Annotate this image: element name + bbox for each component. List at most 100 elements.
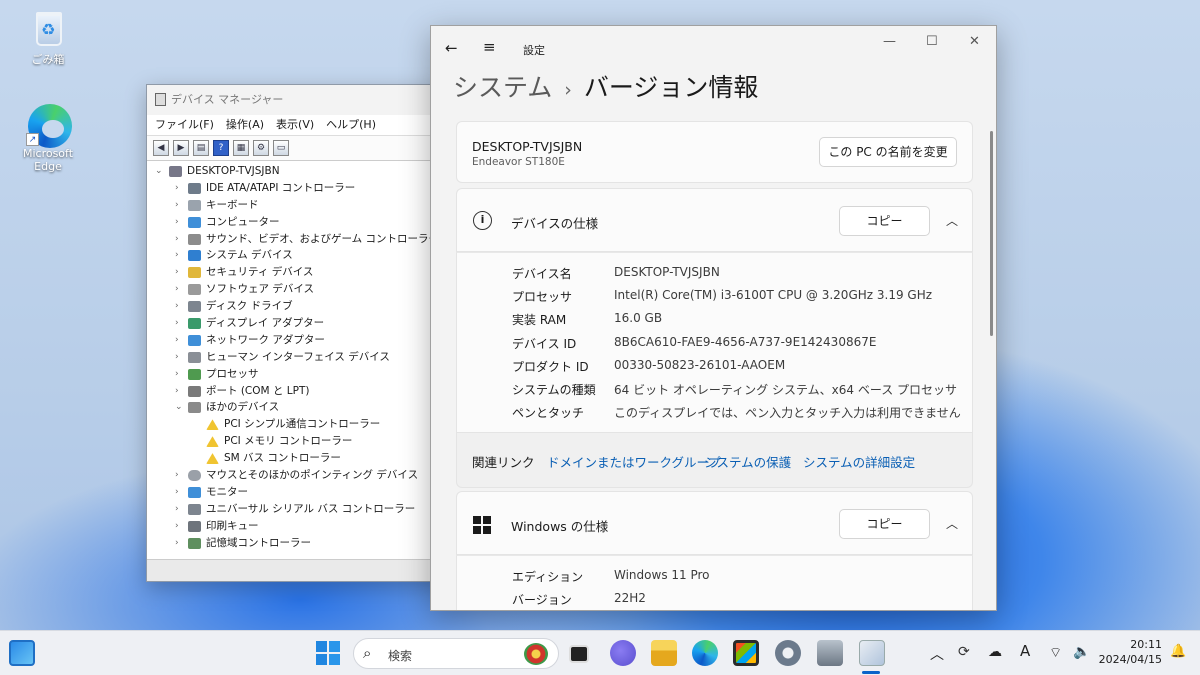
menu-help[interactable]: ヘルプ(H) — [326, 118, 376, 131]
windows-spec-title: Windows の仕様 — [511, 519, 609, 534]
notification-icon[interactable]: 🔔 — [1170, 644, 1186, 659]
tree-leaf[interactable]: SM バス コントローラー — [147, 450, 445, 467]
expand-chevron-icon[interactable]: › — [175, 298, 179, 315]
back-arrow-icon[interactable]: ← — [445, 39, 458, 57]
tree-node[interactable]: › サウンド、ビデオ、およびゲーム コントローラー — [147, 231, 445, 248]
tree-node[interactable]: › IDE ATA/ATAPI コントローラー — [147, 180, 445, 197]
forward-arrow-icon[interactable]: ▶ — [173, 140, 189, 156]
tree-node[interactable]: › ディスプレイ アダプター — [147, 315, 445, 332]
cloud-icon[interactable]: ☁ — [988, 644, 1002, 660]
edge-shortcut[interactable]: ↗ Microsoft Edge — [8, 104, 88, 173]
close-icon[interactable]: ✕ — [969, 34, 980, 49]
tree-node[interactable]: › 記憶域コントローラー — [147, 535, 445, 552]
tree-root[interactable]: ⌄ DESKTOP-TVJSJBN — [147, 163, 445, 180]
chevron-up-icon[interactable]: ︿ — [946, 212, 958, 229]
rename-pc-button[interactable]: この PC の名前を変更 — [819, 137, 957, 167]
edge-taskbar-icon[interactable] — [692, 640, 718, 666]
expand-chevron-icon[interactable]: › — [175, 180, 179, 197]
tree-node[interactable]: › キーボード — [147, 197, 445, 214]
clock-date: 2024/04/15 — [1098, 653, 1162, 666]
copy-device-spec-button[interactable]: コピー — [839, 206, 930, 236]
device-manager-taskbar-icon[interactable] — [817, 640, 843, 666]
expand-chevron-icon[interactable]: › — [175, 518, 179, 535]
tree-leaf[interactable]: PCI メモリ コントローラー — [147, 433, 445, 450]
settings-gear-icon[interactable] — [775, 640, 801, 666]
expand-chevron-icon[interactable]: › — [175, 467, 179, 484]
hamburger-menu-icon[interactable]: ≡ — [483, 38, 496, 56]
tree-node[interactable]: › 印刷キュー — [147, 518, 445, 535]
expand-chevron-icon[interactable]: › — [175, 315, 179, 332]
menu-view[interactable]: 表示(V) — [276, 118, 314, 131]
tree-node[interactable]: › ヒューマン インターフェイス デバイス — [147, 349, 445, 366]
device-spec-header[interactable]: i デバイスの仕様 コピー ︿ — [456, 188, 973, 252]
back-arrow-icon[interactable]: ◀ — [153, 140, 169, 156]
breadcrumb-parent[interactable]: システム — [453, 73, 552, 102]
tree-node[interactable]: › セキュリティ デバイス — [147, 264, 445, 281]
system-device-icon — [188, 250, 201, 262]
link-system-protection[interactable]: システムの保護 — [704, 452, 791, 471]
wifi-icon[interactable]: ⌔ — [1049, 644, 1062, 662]
tree-node[interactable]: › ネットワーク アダプター — [147, 332, 445, 349]
tree-node[interactable]: › ディスク ドライブ — [147, 298, 445, 315]
tree-node[interactable]: › ソフトウェア デバイス — [147, 281, 445, 298]
device-manager-titlebar[interactable]: デバイス マネージャー — [147, 85, 445, 115]
view-icon[interactable]: ▦ — [233, 140, 249, 156]
minimize-icon[interactable]: — — [883, 34, 896, 49]
sync-alert-icon[interactable]: ⟳ — [958, 644, 970, 660]
scrollbar[interactable] — [990, 131, 993, 336]
monitor-icon[interactable]: ▭ — [273, 140, 289, 156]
tree-node[interactable]: › システム デバイス — [147, 247, 445, 264]
tree-node[interactable]: › コンピューター — [147, 214, 445, 231]
expand-chevron-icon[interactable]: › — [175, 349, 179, 366]
recycle-bin-shortcut[interactable]: ごみ箱 — [8, 8, 88, 67]
tree-node[interactable]: › ユニバーサル シリアル バス コントローラー — [147, 501, 445, 518]
tree-node[interactable]: › モニター — [147, 484, 445, 501]
expand-chevron-icon[interactable]: › — [175, 383, 179, 400]
expand-chevron-icon[interactable]: › — [175, 231, 179, 248]
tree-node[interactable]: › マウスとそのほかのポインティング デバイス — [147, 467, 445, 484]
tree-node[interactable]: › プロセッサ — [147, 366, 445, 383]
link-domain-workgroup[interactable]: ドメインまたはワークグループ — [547, 452, 721, 471]
help-icon[interactable]: ? — [213, 140, 229, 156]
widgets-icon[interactable] — [9, 640, 35, 666]
tree-node[interactable]: ⌄ ほかのデバイス — [147, 399, 445, 416]
page-title: バージョン情報 — [583, 73, 759, 102]
windows-spec-header[interactable]: Windows の仕様 コピー ︿ — [456, 491, 973, 555]
taskbar-search-box[interactable]: ⌕ 検索 — [353, 638, 559, 669]
start-windows-icon[interactable] — [316, 641, 340, 665]
expand-chevron-icon[interactable]: › — [175, 332, 179, 349]
maximize-icon[interactable]: ☐ — [926, 34, 938, 49]
expand-chevron-icon[interactable]: › — [175, 197, 179, 214]
device-manager-menubar: ファイル(F) 操作(A) 表示(V) ヘルプ(H) — [147, 115, 445, 135]
store-icon[interactable] — [733, 640, 759, 666]
task-view-icon[interactable] — [569, 645, 589, 663]
expand-chevron-icon[interactable]: › — [175, 484, 179, 501]
collapse-chevron-icon[interactable]: ⌄ — [155, 163, 163, 180]
tree-node[interactable]: › ポート (COM と LPT) — [147, 383, 445, 400]
device-manager-toolbar: ◀ ▶ ▤ ? ▦ ⚙ ▭ — [147, 135, 445, 161]
chevron-up-icon[interactable]: ︿ — [930, 644, 944, 664]
expand-chevron-icon[interactable]: › — [175, 214, 179, 231]
expand-chevron-icon[interactable]: › — [175, 247, 179, 264]
properties-icon[interactable]: ▤ — [193, 140, 209, 156]
copy-windows-spec-button[interactable]: コピー — [839, 509, 930, 539]
collapse-chevron-icon[interactable]: ⌄ — [175, 399, 183, 416]
link-advanced-system-settings[interactable]: システムの詳細設定 — [803, 452, 915, 471]
chat-icon[interactable] — [610, 640, 636, 666]
settings-titlebar[interactable]: ← ≡ 設定 — ☐ ✕ — [431, 26, 996, 70]
menu-file[interactable]: ファイル(F) — [155, 118, 214, 131]
volume-muted-icon[interactable]: 🔈 — [1073, 644, 1090, 660]
expand-chevron-icon[interactable]: › — [175, 366, 179, 383]
snipping-tool-icon[interactable] — [859, 640, 885, 666]
ime-mode-indicator[interactable]: A — [1020, 642, 1030, 660]
chevron-up-icon[interactable]: ︿ — [946, 515, 958, 532]
clock[interactable]: 20:11 2024/04/15 — [1099, 637, 1162, 667]
menu-action[interactable]: 操作(A) — [226, 118, 264, 131]
expand-chevron-icon[interactable]: › — [175, 264, 179, 281]
expand-chevron-icon[interactable]: › — [175, 501, 179, 518]
tree-leaf[interactable]: PCI シンプル通信コントローラー — [147, 416, 445, 433]
expand-chevron-icon[interactable]: › — [175, 281, 179, 298]
expand-chevron-icon[interactable]: › — [175, 535, 179, 552]
file-explorer-icon[interactable] — [651, 640, 677, 666]
scan-hardware-icon[interactable]: ⚙ — [253, 140, 269, 156]
